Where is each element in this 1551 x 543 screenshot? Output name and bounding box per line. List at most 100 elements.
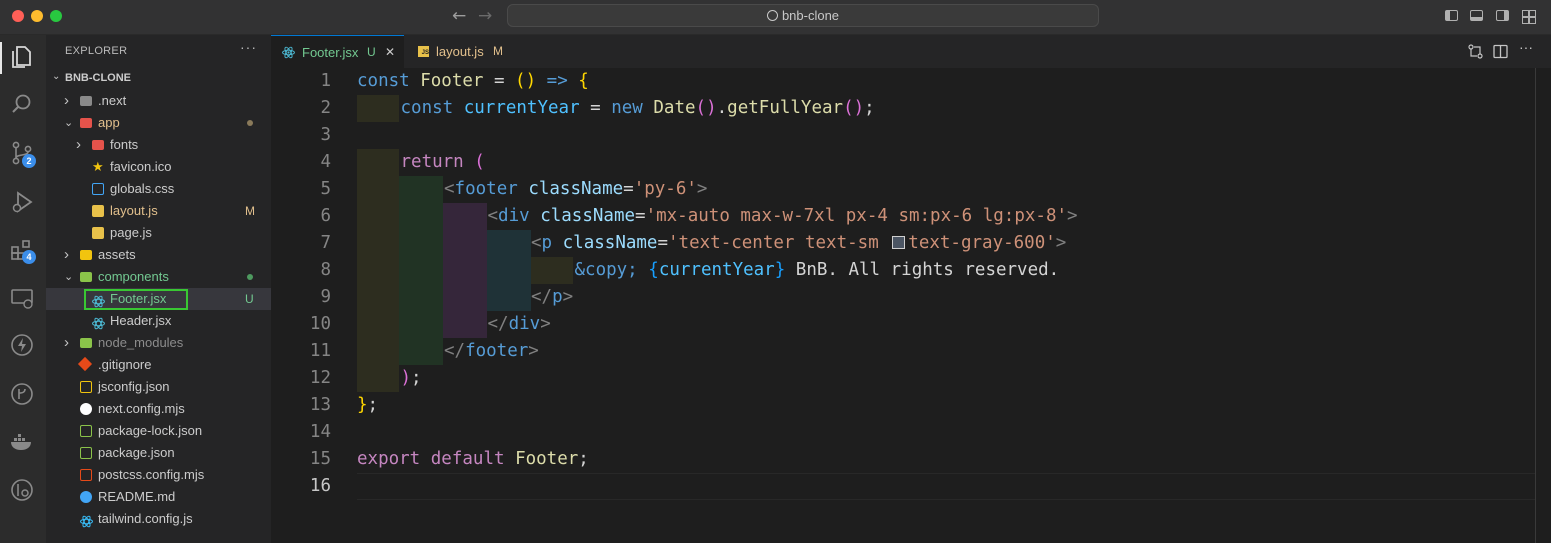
tree-item[interactable]: postcss.config.mjs [46, 464, 271, 486]
tree-item[interactable]: package-lock.json [46, 420, 271, 442]
search-icon [766, 10, 778, 21]
git-status-badge: M [245, 204, 255, 218]
code-line: <div className='mx-auto max-w-7xl px-4 s… [487, 206, 1078, 226]
tree-item[interactable]: ⌄ app [46, 112, 271, 134]
tree-item[interactable]: layout.js M [46, 200, 271, 222]
workspace-root[interactable]: BNB-CLONE [65, 72, 131, 84]
react-file-icon [282, 46, 295, 59]
chevron-right-icon[interactable]: › [64, 332, 69, 354]
tree-item[interactable]: page.js [46, 222, 271, 244]
tree-item[interactable]: .gitignore [46, 354, 271, 376]
code-line: <p className='text-center text-sm text-g… [531, 233, 1067, 253]
tree-item-label: package-lock.json [98, 423, 203, 438]
indent-guide [443, 203, 487, 338]
js-file-icon [92, 227, 104, 239]
tree-item-label: page.js [110, 225, 152, 240]
star-icon: ★ [92, 159, 104, 174]
folder-icon [80, 250, 92, 260]
root-chevron-down-icon[interactable]: ⌄ [52, 71, 60, 82]
tree-item-label: .gitignore [98, 357, 152, 372]
indent-guide [399, 176, 443, 365]
modified-dot-icon [247, 274, 253, 280]
tree-item[interactable]: ⌄ components [46, 266, 271, 288]
tree-item[interactable]: › fonts [46, 134, 271, 156]
run-debug-icon[interactable] [9, 189, 35, 215]
chevron-down-icon[interactable]: ⌄ [64, 112, 73, 134]
editor-scrollbar[interactable] [1535, 68, 1536, 543]
code-line: }; [357, 395, 379, 415]
folder-icon [80, 272, 92, 282]
line-number: 16 [309, 476, 331, 496]
remote-explorer-icon[interactable] [9, 285, 35, 311]
tree-item[interactable]: › node_modules [46, 332, 271, 354]
css-file-icon [92, 183, 104, 195]
line-number: 9 [320, 287, 331, 307]
current-line-highlight [357, 473, 1536, 500]
tree-item-label: package.json [98, 445, 175, 460]
title-bar: ← → bnb-clone [0, 0, 1551, 35]
back-arrow-icon[interactable]: ← [452, 6, 466, 26]
git-graph-icon[interactable] [9, 381, 35, 407]
color-swatch-icon[interactable] [892, 236, 906, 249]
tab-layout-js[interactable]: JS layout.js M [404, 35, 528, 68]
explorer-icon[interactable] [9, 44, 35, 70]
line-number: 2 [320, 98, 331, 118]
customize-layout-icon[interactable] [1522, 10, 1536, 24]
tree-item-label: README.md [98, 489, 176, 504]
workspace-title: bnb-clone [781, 8, 840, 23]
maximize-window-button[interactable] [50, 10, 62, 22]
folder-icon [92, 140, 104, 150]
gitlens-icon[interactable] [9, 477, 35, 503]
toggle-primary-sidebar-icon[interactable] [1445, 10, 1458, 21]
tree-item-label: app [98, 115, 120, 130]
close-window-button[interactable] [12, 10, 24, 22]
tree-item-label: components [98, 269, 169, 284]
js-file-icon [92, 205, 104, 217]
open-changes-icon[interactable] [1468, 44, 1483, 59]
tree-item[interactable]: README.md [46, 486, 271, 508]
tree-item[interactable]: package.json [46, 442, 271, 464]
chevron-right-icon[interactable]: › [64, 244, 69, 266]
minimize-window-button[interactable] [31, 10, 43, 22]
toggle-panel-icon[interactable] [1470, 10, 1483, 21]
more-editor-actions-icon[interactable]: ··· [1519, 39, 1533, 55]
tree-item[interactable]: jsconfig.json [46, 376, 271, 398]
code-editor[interactable]: 1 2 3 4 5 6 7 8 9 10 11 12 13 14 15 16 const Footer = (… [271, 68, 1551, 543]
split-editor-icon[interactable] [1493, 44, 1508, 59]
line-number: 4 [320, 152, 331, 172]
js-file-icon: JS [418, 46, 429, 57]
chevron-right-icon[interactable]: › [76, 134, 81, 156]
docker-icon[interactable] [9, 429, 35, 455]
code-line: </footer> [444, 341, 539, 361]
chevron-right-icon[interactable]: › [64, 90, 69, 112]
close-tab-icon[interactable]: ✕ [385, 36, 395, 69]
indent-guide [487, 230, 531, 311]
line-number: 3 [320, 125, 331, 145]
toggle-secondary-sidebar-icon[interactable] [1496, 10, 1509, 21]
explorer-sidebar: EXPLORER ··· ⌄ BNB-CLONE › .next ⌄ app › font… [46, 35, 271, 543]
tree-item[interactable]: globals.css [46, 178, 271, 200]
lightning-icon[interactable] [9, 332, 35, 358]
tree-item-label: postcss.config.mjs [98, 467, 205, 482]
folder-icon [80, 338, 92, 348]
code-line: &copy; {currentYear} BnB. All rights res… [574, 260, 1060, 280]
tree-item-label: favicon.ico [110, 159, 172, 174]
tree-item-label: layout.js [110, 203, 158, 218]
forward-arrow-icon[interactable]: → [478, 6, 492, 26]
search-icon[interactable] [9, 91, 35, 117]
tree-item[interactable]: ★ favicon.ico [46, 156, 271, 178]
command-center-search[interactable]: bnb-clone [507, 4, 1099, 27]
tree-item[interactable]: tailwind.config.js [46, 508, 271, 530]
chevron-down-icon[interactable]: ⌄ [64, 266, 73, 288]
tree-item[interactable]: next.config.mjs [46, 398, 271, 420]
git-status-badge: U [245, 292, 254, 306]
tree-item[interactable]: Header.jsx [46, 310, 271, 332]
postcss-file-icon [80, 469, 92, 481]
more-actions-icon[interactable]: ··· [240, 39, 257, 55]
tab-footer-jsx[interactable]: Footer.jsx U ✕ [271, 35, 404, 68]
line-number: 5 [320, 179, 331, 199]
tree-item[interactable]: › assets [46, 244, 271, 266]
tree-item[interactable]: › .next [46, 90, 271, 112]
modified-dot-icon [247, 120, 253, 126]
tree-item[interactable]: Footer.jsx U [46, 288, 271, 310]
